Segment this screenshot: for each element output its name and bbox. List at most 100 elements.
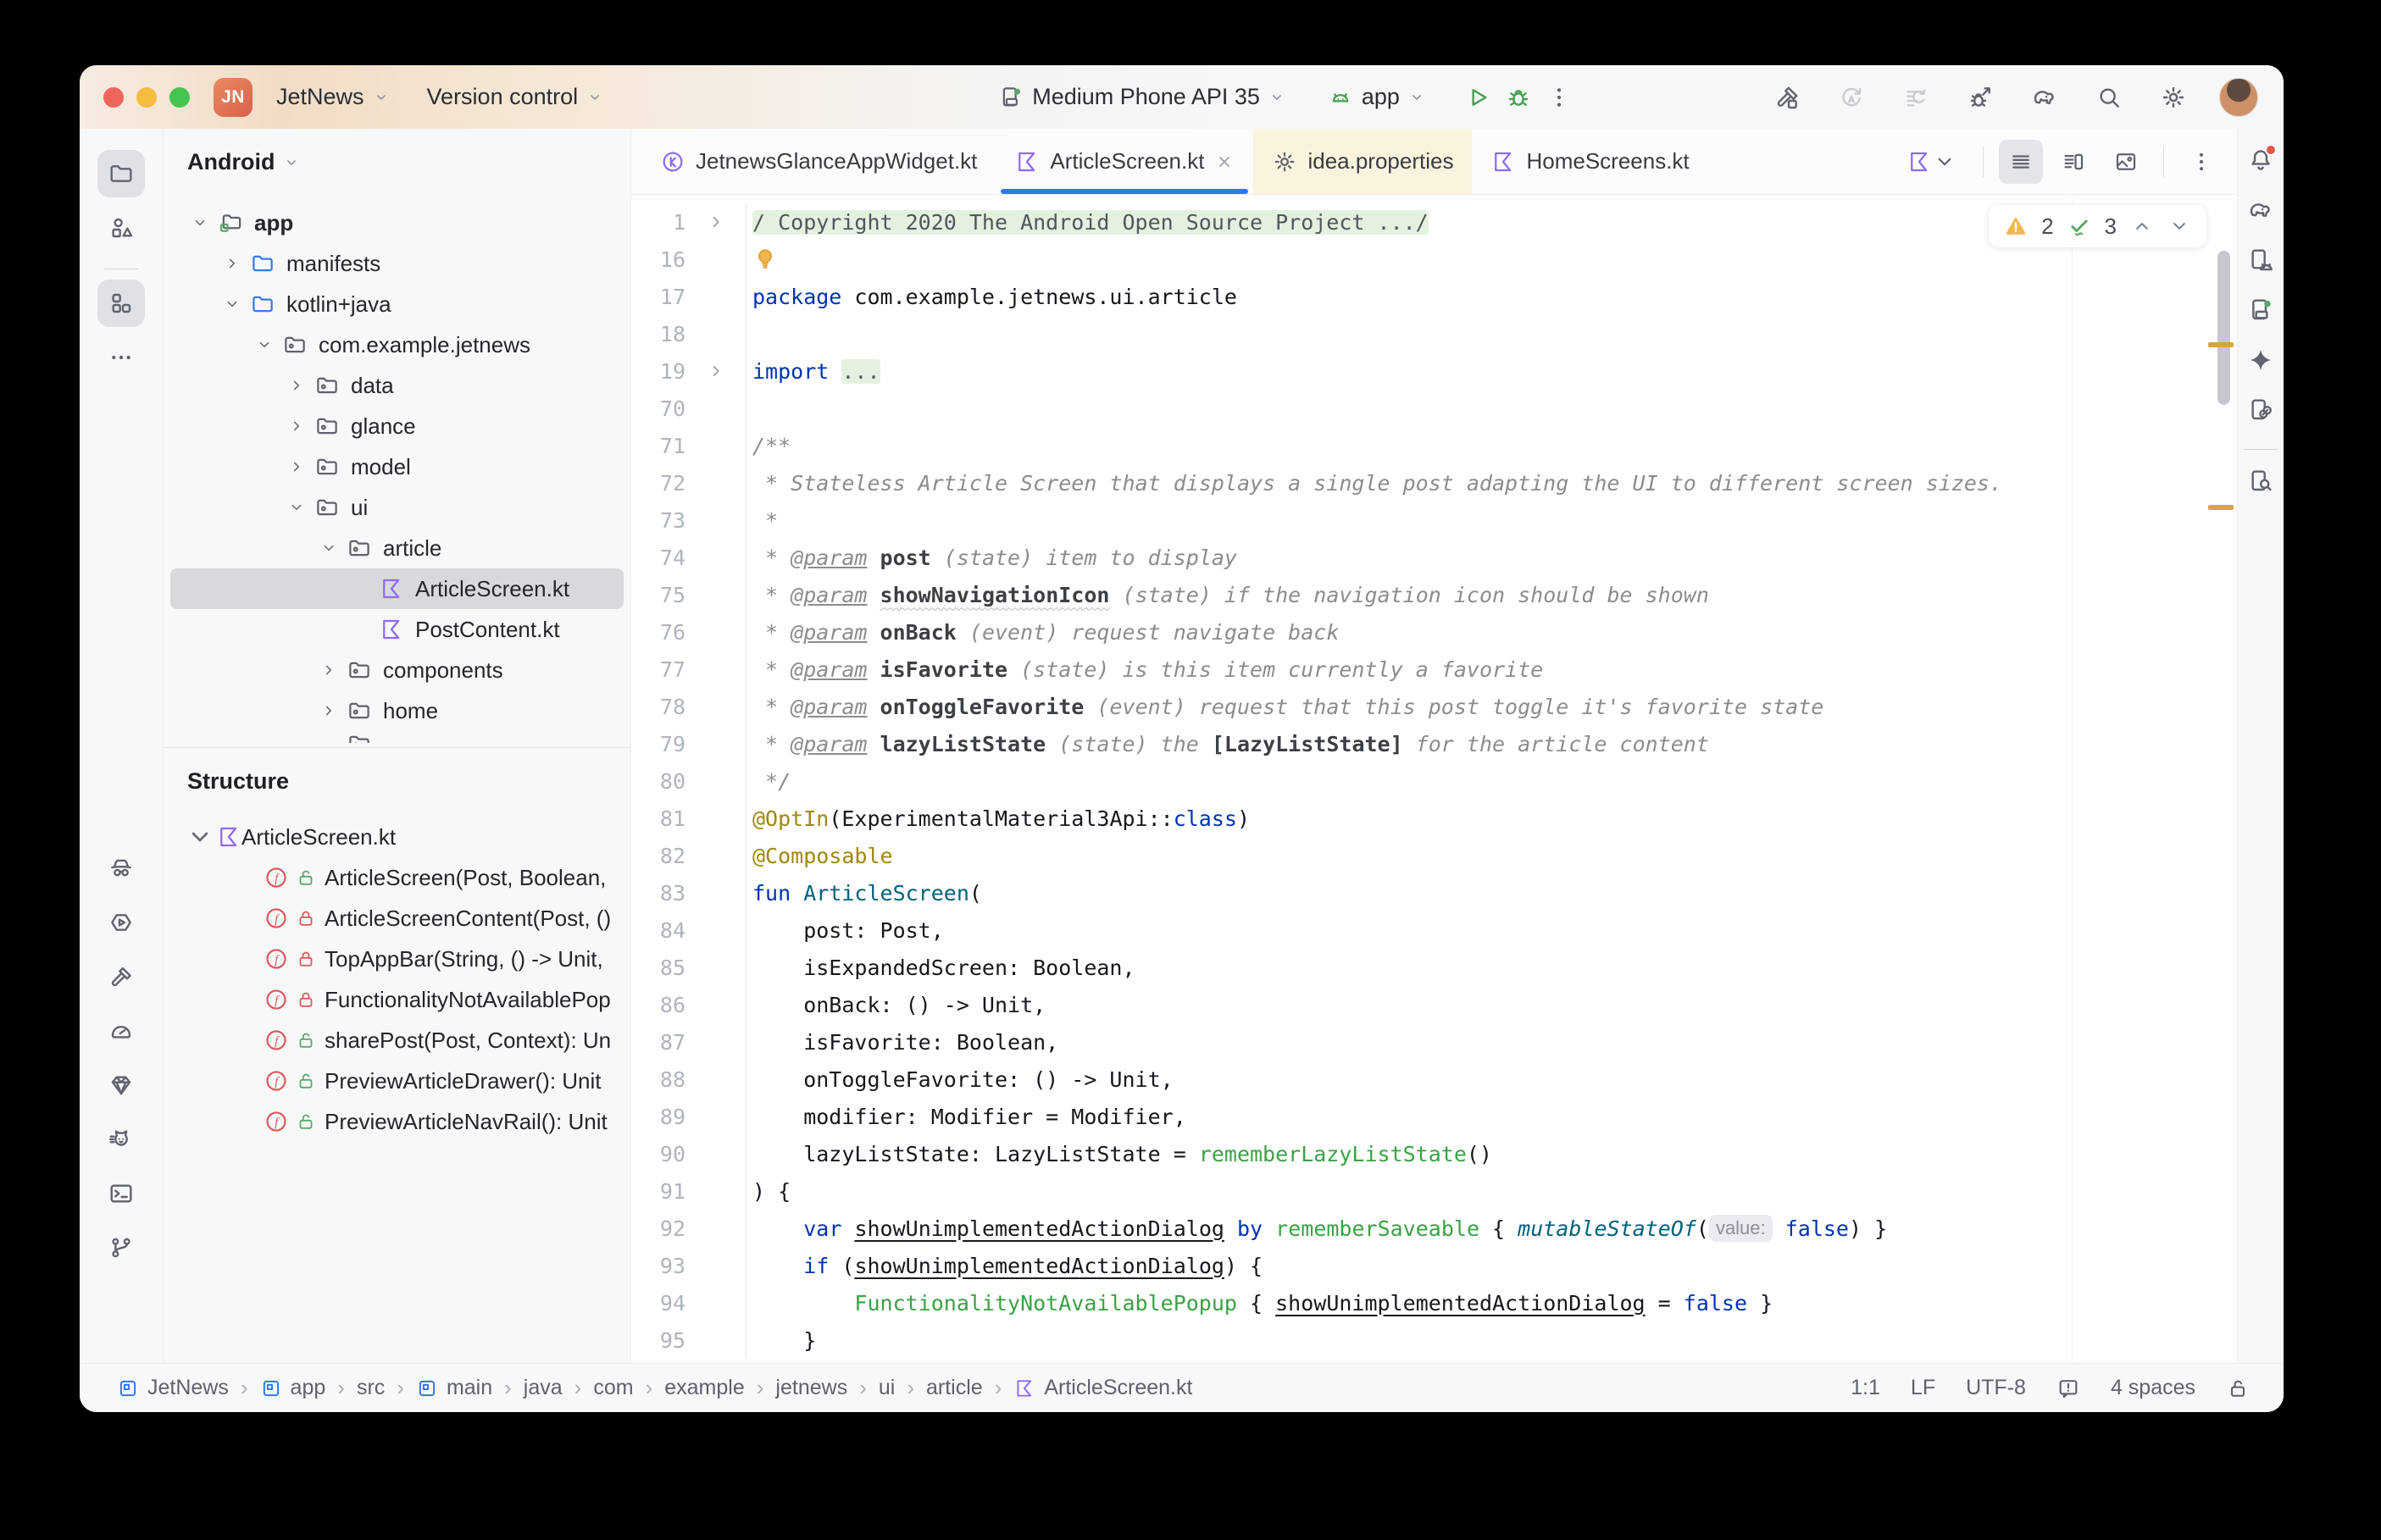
line-number[interactable]: 89 — [631, 1105, 685, 1129]
code-text[interactable]: package com.example.jetnews.ui.article — [746, 278, 1237, 315]
status-1-1[interactable]: 1:1 — [1851, 1376, 1880, 1400]
line-number[interactable]: 87 — [631, 1030, 685, 1055]
structure-item[interactable]: fArticleScreen(Post, Boolean, — [164, 857, 630, 898]
code-line[interactable]: 18 — [631, 315, 2237, 352]
scroll-warning-mark[interactable] — [2208, 505, 2234, 510]
code-text[interactable]: * Stateless Article Screen that displays… — [746, 464, 2002, 501]
code-line[interactable]: 19import ... — [631, 352, 2237, 390]
expand-icon[interactable] — [216, 254, 248, 273]
breadcrumb-item-src[interactable]: src — [357, 1376, 385, 1400]
collapse-icon[interactable] — [184, 821, 216, 853]
code-text[interactable] — [746, 315, 752, 352]
line-number[interactable]: 81 — [631, 806, 685, 831]
line-number[interactable]: 92 — [631, 1216, 685, 1241]
code-line[interactable]: 92 var showUnimplementedActionDialog by … — [631, 1210, 2237, 1247]
tree-item-components[interactable]: components — [170, 650, 624, 690]
expand-icon[interactable] — [280, 376, 313, 395]
tree-item-data[interactable]: data — [170, 365, 624, 406]
code-text[interactable]: * @param onToggleFavorite (event) reques… — [746, 688, 1823, 725]
structure-item[interactable]: fsharePost(Post, Context): Un — [164, 1020, 630, 1061]
version-control-tool-button[interactable] — [97, 1224, 145, 1271]
breadcrumb-item-com[interactable]: com — [593, 1376, 633, 1400]
device-manager-button[interactable] — [2239, 239, 2282, 281]
device-mirror-button[interactable] — [2239, 389, 2282, 431]
code-line[interactable]: 77 * @param isFavorite (state) is this i… — [631, 651, 2237, 688]
project-pane-header[interactable]: Android — [164, 129, 630, 175]
code-text[interactable]: @OptIn(ExperimentalMaterial3Api::class) — [746, 800, 1250, 837]
tree-item-ui[interactable]: ui — [170, 487, 624, 528]
code-text[interactable]: * @param onBack (event) request navigate… — [746, 613, 1339, 651]
tree-item-articlescreen-kt[interactable]: ArticleScreen.kt — [170, 568, 624, 609]
structure-item[interactable]: fArticleScreenContent(Post, () — [164, 898, 630, 939]
tree-item-app[interactable]: app — [170, 202, 624, 243]
code-line[interactable]: 75 * @param showNavigationIcon (state) i… — [631, 576, 2237, 613]
code-text[interactable] — [746, 390, 752, 427]
expand-icon[interactable] — [313, 701, 345, 720]
structure-root[interactable]: ArticleScreen.kt — [164, 817, 630, 857]
notifications-button[interactable] — [2239, 139, 2282, 181]
logcat-button[interactable] — [97, 1116, 145, 1163]
line-number[interactable]: 78 — [631, 695, 685, 719]
breadcrumb-item-app[interactable]: app — [260, 1376, 326, 1400]
run-config-selector[interactable]: app — [1318, 77, 1435, 117]
vcs-selector[interactable]: Version control — [417, 77, 614, 117]
profiler-button[interactable] — [97, 899, 145, 946]
build-tool-button[interactable] — [97, 953, 145, 1000]
line-number[interactable]: 16 — [631, 247, 685, 272]
code-line[interactable]: 86 onBack: () -> Unit, — [631, 986, 2237, 1023]
editor-more-button[interactable] — [2179, 140, 2223, 184]
line-number[interactable]: 88 — [631, 1067, 685, 1092]
app-insights-button[interactable] — [97, 1061, 145, 1109]
code-text[interactable]: isExpandedScreen: Boolean, — [746, 949, 1135, 986]
tab-homescreens-kt[interactable]: HomeScreens.kt — [1472, 129, 1707, 194]
tree-item-model[interactable]: model — [170, 446, 624, 487]
code-text[interactable]: * @param isFavorite (state) is this item… — [746, 651, 1543, 688]
line-number[interactable]: 18 — [631, 322, 685, 346]
device-explorer-button[interactable] — [97, 845, 145, 892]
editor-scrollbar[interactable] — [2217, 242, 2232, 1354]
unlock-icon[interactable] — [2226, 1377, 2250, 1400]
tree-row-partial[interactable] — [170, 731, 624, 743]
code-line[interactable]: 84 post: Post, — [631, 911, 2237, 949]
code-text[interactable]: * @param lazyListState (state) the [Lazy… — [746, 725, 1709, 762]
code-text[interactable]: post: Post, — [746, 911, 944, 949]
code-line[interactable]: 85 isExpandedScreen: Boolean, — [631, 949, 2237, 986]
terminal-button[interactable] — [97, 1170, 145, 1217]
view-split-button[interactable] — [2051, 140, 2095, 184]
code-line[interactable]: 89 modifier: Modifier = Modifier, — [631, 1098, 2237, 1135]
close-tab-icon[interactable] — [1214, 152, 1235, 172]
code-line[interactable]: 88 onToggleFavorite: () -> Unit, — [631, 1061, 2237, 1098]
code-line[interactable]: 91) { — [631, 1172, 2237, 1210]
line-number[interactable]: 74 — [631, 546, 685, 570]
code-text[interactable]: if (showUnimplementedActionDialog) { — [746, 1247, 1263, 1284]
code-text[interactable]: isFavorite: Boolean, — [746, 1023, 1058, 1061]
expand-icon[interactable] — [280, 417, 313, 435]
collapse-icon[interactable] — [216, 295, 248, 313]
minimize-window-button[interactable] — [136, 87, 157, 108]
line-number[interactable]: 1 — [631, 210, 685, 235]
line-number[interactable]: 85 — [631, 956, 685, 980]
structure-tool-button[interactable] — [97, 280, 145, 327]
attach-debugger-button[interactable] — [1960, 77, 2001, 118]
line-number[interactable]: 75 — [631, 583, 685, 607]
tree-item-manifests[interactable]: manifests — [170, 243, 624, 284]
breadcrumb-item-article[interactable]: article — [926, 1376, 983, 1400]
build-hammer-button[interactable] — [1767, 77, 1807, 118]
code-line[interactable]: 74 * @param post (state) item to display — [631, 539, 2237, 576]
line-number[interactable]: 82 — [631, 844, 685, 868]
tree-item-com-example-jetnews[interactable]: com.example.jetnews — [170, 324, 624, 365]
collapse-icon[interactable] — [184, 213, 216, 232]
code-line[interactable]: 78 * @param onToggleFavorite (event) req… — [631, 688, 2237, 725]
code-text[interactable]: /** — [746, 427, 791, 464]
collapse-icon[interactable] — [280, 498, 313, 517]
code-line[interactable]: 17package com.example.jetnews.ui.article — [631, 278, 2237, 315]
code-line[interactable]: 90 lazyListState: LazyListState = rememb… — [631, 1135, 2237, 1172]
breadcrumb-item-articlescreen-kt[interactable]: ArticleScreen.kt — [1013, 1376, 1192, 1400]
tab-idea-properties[interactable]: idea.properties — [1253, 129, 1472, 194]
status-lf[interactable]: LF — [1911, 1376, 1935, 1400]
code-line[interactable]: 79 * @param lazyListState (state) the [L… — [631, 725, 2237, 762]
code-text[interactable]: * @param post (state) item to display — [746, 539, 1237, 576]
code-text[interactable]: lazyListState: LazyListState = rememberL… — [746, 1135, 1492, 1172]
line-number[interactable]: 84 — [631, 918, 685, 943]
breadcrumb-item-jetnews[interactable]: jetnews — [775, 1376, 847, 1400]
